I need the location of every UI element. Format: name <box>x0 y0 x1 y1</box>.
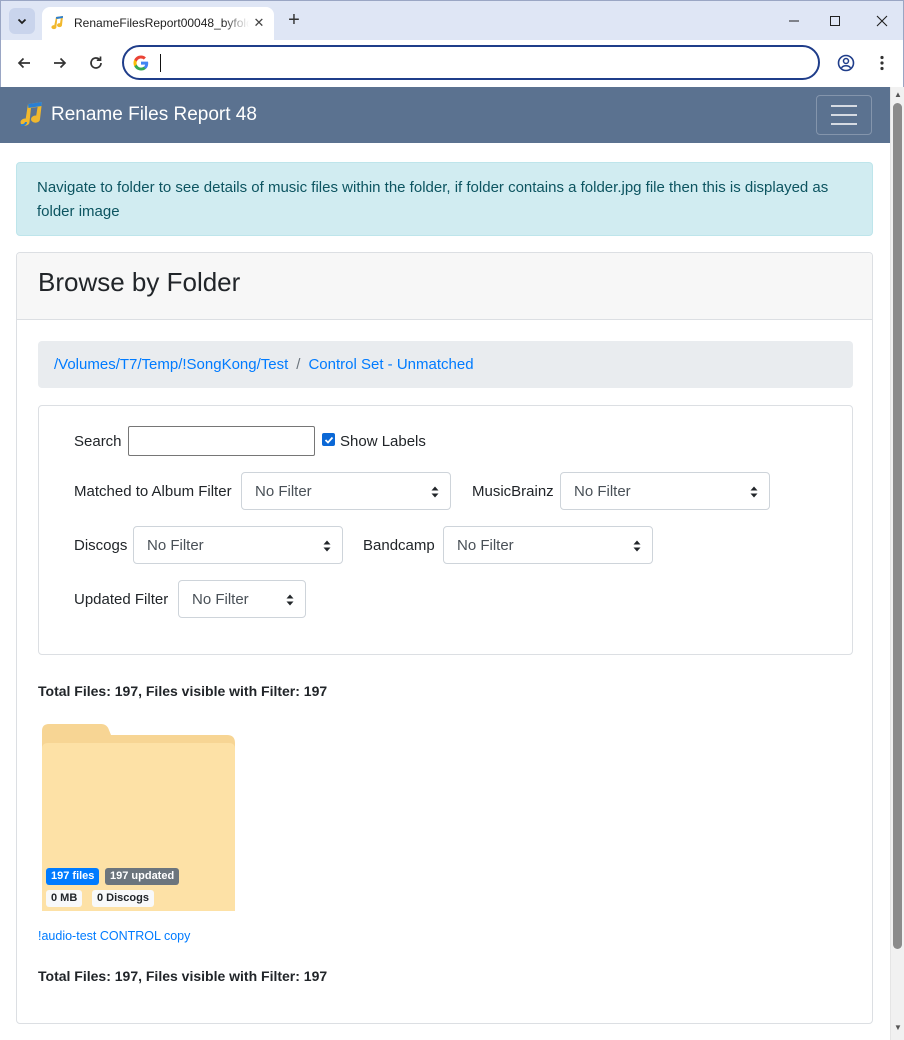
hamburger-icon-bar <box>831 114 857 116</box>
discogs-filter-label: Discogs <box>74 537 128 554</box>
search-input[interactable] <box>128 426 315 456</box>
total-files-summary-bottom: Total Files: 197, Files visible with Fil… <box>38 968 328 984</box>
browser-tabstrip: RenameFilesReport00048_byfolder ✕ + <box>0 0 904 41</box>
profile-icon <box>837 54 855 72</box>
browser-tab[interactable]: RenameFilesReport00048_byfolder ✕ <box>42 7 274 41</box>
matched-filter-select[interactable]: No Filter <box>241 472 451 510</box>
music-note-logo-icon <box>20 102 42 127</box>
forward-button[interactable] <box>49 52 71 74</box>
profile-button[interactable] <box>835 52 857 74</box>
tab-title: RenameFilesReport00048_byfolder <box>74 16 249 30</box>
folder-card[interactable]: 197 files 197 updated 0 MB 0 Discogs <box>39 721 235 911</box>
musicbrainz-filter-label: MusicBrainz <box>472 483 554 500</box>
scroll-up-icon[interactable]: ▲ <box>894 90 902 99</box>
discogs-filter-value: No Filter <box>147 536 204 554</box>
scroll-down-icon[interactable]: ▼ <box>894 1023 902 1032</box>
select-arrows-icon <box>286 594 294 606</box>
breadcrumb: /Volumes/T7/Temp/!SongKong/Test / Contro… <box>38 341 853 388</box>
page-scrollbar[interactable]: ▲ ▼ <box>890 87 904 1040</box>
text-caret <box>160 54 161 72</box>
select-arrows-icon <box>750 486 758 498</box>
bandcamp-filter-select[interactable]: No Filter <box>443 526 653 564</box>
close-window-icon[interactable] <box>867 9 897 33</box>
reload-icon <box>90 56 102 69</box>
card-header: Browse by Folder <box>17 253 872 320</box>
arrow-left-icon <box>17 57 30 69</box>
discogs-count-badge: 0 Discogs <box>92 890 154 907</box>
brand-title[interactable]: Rename Files Report 48 <box>51 104 257 126</box>
browser-menu-button[interactable] <box>871 52 893 74</box>
filter-panel: Search Show Labels Matched to Album Filt… <box>38 405 853 655</box>
files-count-badge: 197 files <box>46 868 100 885</box>
minimize-icon[interactable] <box>779 9 809 33</box>
select-arrows-icon <box>633 540 641 552</box>
select-arrows-icon <box>323 540 331 552</box>
hamburger-icon-bar <box>831 105 857 107</box>
search-label: Search <box>74 433 122 450</box>
browser-toolbar <box>0 40 904 87</box>
scrollbar-thumb[interactable] <box>893 103 902 949</box>
discogs-filter-select[interactable]: No Filter <box>133 526 343 564</box>
show-labels-label[interactable]: Show Labels <box>340 433 426 450</box>
google-icon <box>133 55 149 71</box>
hamburger-icon-bar <box>831 123 857 125</box>
maximize-icon[interactable] <box>820 9 850 33</box>
musicbrainz-filter-value: No Filter <box>574 482 631 500</box>
bandcamp-filter-value: No Filter <box>457 536 514 554</box>
bandcamp-filter-label: Bandcamp <box>363 537 435 554</box>
app-navbar: Rename Files Report 48 <box>0 87 890 143</box>
matched-filter-label: Matched to Album Filter <box>74 483 232 500</box>
updated-filter-label: Updated Filter <box>74 591 169 608</box>
show-labels-checkbox[interactable] <box>322 433 335 446</box>
close-tab-icon[interactable]: ✕ <box>250 14 268 32</box>
address-bar[interactable] <box>122 45 820 80</box>
new-tab-button[interactable]: + <box>284 10 304 30</box>
select-arrows-icon <box>431 486 439 498</box>
browse-card: Browse by Folder /Volumes/T7/Temp/!SongK… <box>16 252 873 1024</box>
updated-filter-select[interactable]: No Filter <box>178 580 306 618</box>
breadcrumb-separator: / <box>296 356 301 373</box>
updated-count-badge: 197 updated <box>105 868 180 885</box>
checkmark-icon <box>324 436 333 444</box>
updated-filter-value: No Filter <box>192 590 249 608</box>
more-vert-icon <box>880 55 884 71</box>
music-note-icon <box>51 16 63 30</box>
breadcrumb-item-volume-path[interactable]: /Volumes/T7/Temp/!SongKong/Test <box>54 356 288 373</box>
back-button[interactable] <box>13 52 35 74</box>
total-files-summary-top: Total Files: 197, Files visible with Fil… <box>38 683 328 699</box>
info-alert: Navigate to folder to see details of mus… <box>16 162 873 236</box>
tab-search-button[interactable] <box>9 8 35 34</box>
size-badge: 0 MB <box>46 890 83 907</box>
chevron-down-icon <box>17 18 27 25</box>
matched-filter-value: No Filter <box>255 482 312 500</box>
musicbrainz-filter-select[interactable]: No Filter <box>560 472 770 510</box>
breadcrumb-item-control-set[interactable]: Control Set - Unmatched <box>308 356 473 373</box>
page-title: Browse by Folder <box>38 267 241 297</box>
arrow-right-icon <box>54 57 67 69</box>
folder-link[interactable]: !audio-test CONTROL copy <box>38 929 190 943</box>
reload-button[interactable] <box>85 52 107 74</box>
navbar-toggler-button[interactable] <box>816 95 872 135</box>
